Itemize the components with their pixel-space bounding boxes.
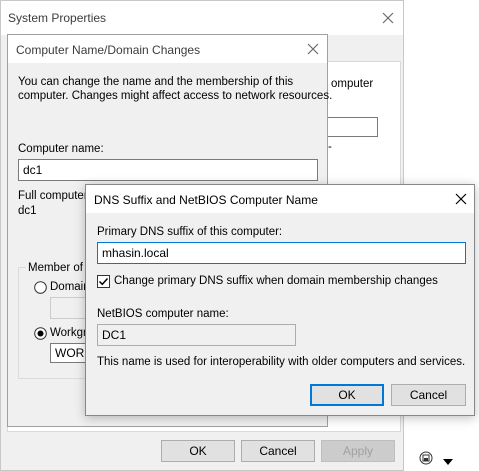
domain-radio[interactable] xyxy=(34,281,47,297)
dns-ok-button[interactable]: OK xyxy=(310,384,384,406)
save-icon[interactable] xyxy=(419,451,433,468)
member-of-label: Member of xyxy=(26,262,85,274)
computer-name-titlebar: Computer Name/Domain Changes xyxy=(8,35,327,63)
description-line-2: computer. Changes might affect access to… xyxy=(18,90,333,102)
close-icon[interactable] xyxy=(381,11,395,25)
netbios-input: DC1 xyxy=(97,324,296,346)
netbios-info-text: This name is used for interoperability w… xyxy=(97,356,466,368)
computer-name-input[interactable]: dc1 xyxy=(18,159,318,181)
full-name-value: dc1 xyxy=(18,205,37,217)
bg-description-fragment: omputer xyxy=(331,78,374,90)
dns-suffix-title: DNS Suffix and NetBIOS Computer Name xyxy=(94,193,318,207)
bg-dash-fragment: - xyxy=(328,141,332,153)
change-dns-checkbox-label: Change primary DNS suffix when domain me… xyxy=(114,275,438,287)
system-properties-titlebar: System Properties xyxy=(1,1,403,35)
description-line-1: You can change the name and the membersh… xyxy=(18,76,294,88)
workgroup-radio[interactable] xyxy=(34,327,47,343)
dns-suffix-dialog: DNS Suffix and NetBIOS Computer Name Pri… xyxy=(85,184,475,416)
netbios-label: NetBIOS computer name: xyxy=(97,308,229,320)
computer-name-title: Computer Name/Domain Changes xyxy=(16,43,201,57)
change-dns-checkbox[interactable] xyxy=(97,275,110,291)
computer-name-label: Computer name: xyxy=(18,143,104,155)
system-apply-button: Apply xyxy=(321,440,395,462)
dns-cancel-button[interactable]: Cancel xyxy=(391,384,466,406)
close-icon[interactable] xyxy=(454,192,468,206)
domain-label: Domain xyxy=(50,281,90,293)
close-icon[interactable] xyxy=(306,42,320,56)
primary-dns-label: Primary DNS suffix of this computer: xyxy=(97,226,283,238)
system-ok-button[interactable]: OK xyxy=(161,440,235,462)
dns-suffix-titlebar: DNS Suffix and NetBIOS Computer Name xyxy=(86,185,474,213)
chevron-down-icon[interactable] xyxy=(443,455,453,469)
system-properties-title: System Properties xyxy=(8,11,107,25)
primary-dns-input[interactable]: mhasin.local xyxy=(97,242,466,264)
bg-field-fragment xyxy=(326,117,378,137)
system-cancel-button[interactable]: Cancel xyxy=(241,440,315,462)
workgroup-input[interactable]: WORK xyxy=(50,343,92,363)
